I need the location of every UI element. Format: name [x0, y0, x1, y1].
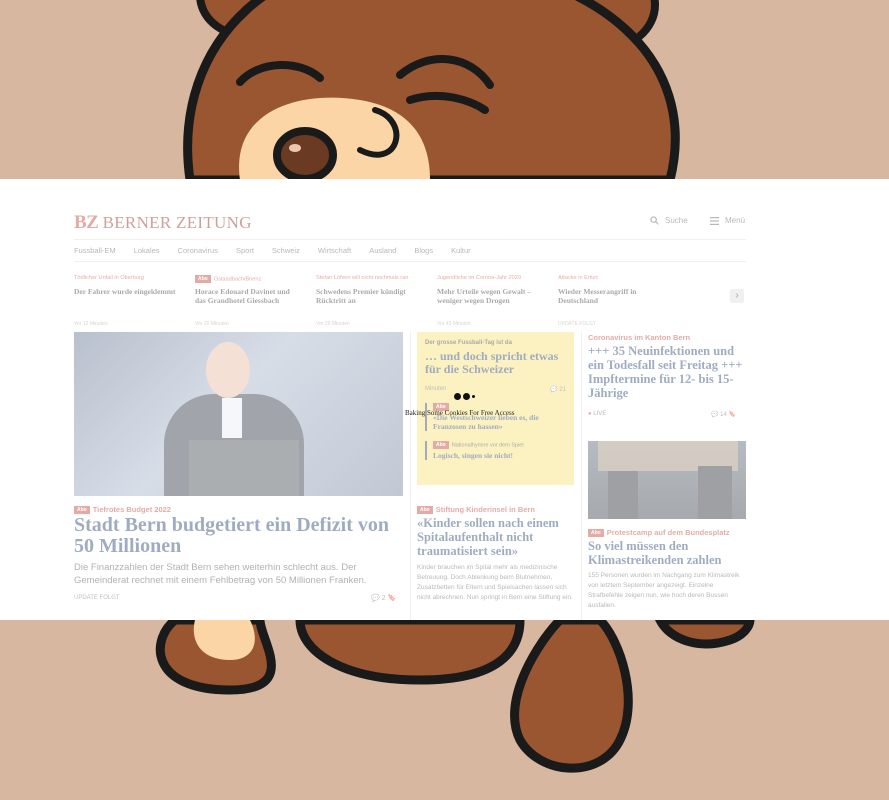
menu-button[interactable]: Menü: [710, 216, 745, 225]
ticker-item[interactable]: Jugendliche im Corona-Jahr 2020 Mehr Urt…: [437, 275, 544, 327]
search-label: Suche: [665, 216, 688, 225]
hero-kicker: Abo Tiefrotes Budget 2022: [74, 505, 171, 515]
main-navigation: Fussball-EM Lokales Coronavirus Sport Sc…: [74, 246, 471, 255]
related-article[interactable]: Abo «Die Westschweizer lieben es, die Fr…: [425, 403, 566, 431]
ticker-title: Wieder Messerangriff in Deutschland: [558, 287, 637, 305]
highlight-meta: Minuten 💬 21: [425, 386, 566, 393]
ticker-item[interactable]: Attacke in Erfurt Wieder Messerangriff i…: [558, 275, 665, 327]
ticker-item[interactable]: Tödlicher Unfall in Oberburg Der Fahrer …: [74, 275, 181, 327]
hero-update-label: UPDATE FOLGT: [74, 595, 120, 601]
divider: [581, 332, 582, 620]
ticker-title: Horace Edouard Davinet und das Grandhote…: [195, 287, 290, 305]
article-kicker-text: Protestcamp auf dem Bundesplatz: [606, 528, 730, 537]
logo-name: BERNER ZEITUNG: [102, 213, 252, 232]
protest-image[interactable]: [588, 441, 746, 519]
comment-count[interactable]: 💬 2 🔖: [371, 594, 396, 602]
divider: [74, 261, 746, 262]
ticker-kicker: Tödlicher Unfall in Oberburg: [74, 275, 144, 281]
nav-item[interactable]: Kultur: [451, 246, 471, 255]
ticker-time: Vor 43 Minuten: [437, 321, 471, 327]
highlight-headline[interactable]: … und doch spricht etwas für die Schweiz…: [425, 350, 566, 376]
article-lead: Kinder brauchen im Spital mehr als mediz…: [417, 564, 573, 601]
ticker-time: UPDATE FOLGT: [558, 321, 596, 327]
article-kicker-text: Stiftung Kinderinsel in Bern: [435, 505, 535, 514]
loading-text: Baking Some Cookies For Free Access: [405, 409, 515, 417]
abo-badge: Abo: [195, 275, 211, 283]
site-logo[interactable]: BZ BERNER ZEITUNG: [74, 212, 252, 234]
news-ticker: Tödlicher Unfall in Oberburg Der Fahrer …: [74, 275, 665, 327]
highlight-time: Minuten: [425, 386, 447, 392]
comment-count-value: 14: [720, 412, 727, 418]
loading-spinner: [454, 393, 475, 400]
abo-badge: Abo: [417, 506, 433, 515]
live-kicker: Coronavirus im Kanton Bern: [588, 333, 691, 342]
hero-image[interactable]: [74, 332, 403, 496]
hamburger-icon: [710, 216, 719, 225]
nav-item[interactable]: Wirtschaft: [318, 246, 351, 255]
live-label: LIVE: [593, 411, 607, 417]
comment-count[interactable]: 💬 14 🔖: [711, 411, 736, 418]
news-page: BZ BERNER ZEITUNG Suche Menü Fussball-EM…: [74, 179, 746, 620]
ticker-item[interactable]: Abo Gstaadbach/Brienz Horace Edouard Davi…: [195, 275, 302, 327]
ticker-time: Vor 12 Minuten: [74, 321, 108, 327]
live-headline[interactable]: +++ 35 Neuinfektionen und ein Todesfall …: [588, 344, 746, 400]
abo-badge: Abo: [74, 506, 90, 515]
related-title: Logisch, singen sie nicht!: [433, 451, 514, 460]
nav-item[interactable]: Fussball-EM: [74, 246, 116, 255]
ticker-kicker: Gstaadbach/Brienz: [213, 276, 262, 283]
ticker-title: Schwedens Premier kündigt Rücktritt an: [316, 287, 406, 305]
highlight-kicker: Der grosse Fussball-Tag ist da: [425, 340, 512, 346]
related-kicker: Nationalhymne vor dem Spiel: [451, 442, 524, 449]
ticker-kicker: Stefan Löfven will nicht nochmals ran: [316, 275, 409, 281]
article-headline[interactable]: «Kinder sollen nach einem Spitalaufentha…: [417, 516, 572, 558]
nav-item[interactable]: Ausland: [369, 246, 396, 255]
comment-count[interactable]: 💬 21: [550, 386, 566, 393]
search-button[interactable]: Suche: [650, 216, 688, 225]
nav-item[interactable]: Coronavirus: [178, 246, 218, 255]
comment-count-value: 2: [381, 595, 386, 602]
related-article[interactable]: Abo Nationalhymne vor dem Spiel Logisch, …: [425, 441, 566, 460]
divider: [74, 239, 746, 240]
article-headline[interactable]: So viel müssen den Klimastreikenden zahl…: [588, 539, 746, 567]
ticker-next-button[interactable]: ›: [730, 289, 744, 303]
nav-item[interactable]: Sport: [236, 246, 254, 255]
nav-item[interactable]: Blogs: [414, 246, 433, 255]
live-badge: ● LIVE: [588, 411, 606, 417]
hero-kicker-text: Tiefrotes Budget 2022: [92, 505, 171, 514]
ticker-title: Mehr Urteile wegen Gewalt – weniger wege…: [437, 287, 531, 305]
hero-lead: Die Finanzzahlen der Stadt Bern sehen we…: [74, 562, 367, 586]
ticker-kicker: Jugendliche im Corona-Jahr 2020: [437, 275, 521, 281]
live-dot-icon: ●: [588, 411, 592, 417]
logo-short: BZ: [74, 212, 99, 233]
abo-badge: Abo: [588, 529, 604, 538]
article-kicker: Abo Stiftung Kinderinsel in Bern: [417, 505, 535, 515]
search-icon: [650, 216, 659, 225]
menu-label: Menü: [725, 216, 746, 225]
ticker-time: Vor 29 Minuten: [316, 321, 350, 327]
ticker-time: Vor 20 Minuten: [195, 321, 229, 327]
nav-item[interactable]: Lokales: [134, 246, 160, 255]
comment-count-value: 21: [559, 387, 566, 393]
article-kicker: Abo Protestcamp auf dem Bundesplatz: [588, 528, 730, 538]
arrow-right-icon: ›: [735, 290, 739, 301]
nav-item[interactable]: Schweiz: [272, 246, 300, 255]
ticker-item[interactable]: Stefan Löfven will nicht nochmals ran Sc…: [316, 275, 423, 327]
ticker-title: Der Fahrer wurde eingeklemmt: [74, 287, 176, 296]
ticker-kicker: Attacke in Erfurt: [558, 275, 598, 281]
divider: [410, 332, 411, 620]
article-lead: 155 Personen wurden im Nachgang zum Klim…: [588, 572, 740, 609]
hero-headline[interactable]: Stadt Bern budgetiert ein Defizit von 50…: [74, 515, 394, 557]
abo-badge: Abo: [433, 441, 449, 449]
website-screenshot: BZ BERNER ZEITUNG Suche Menü Fussball-EM…: [0, 179, 889, 620]
